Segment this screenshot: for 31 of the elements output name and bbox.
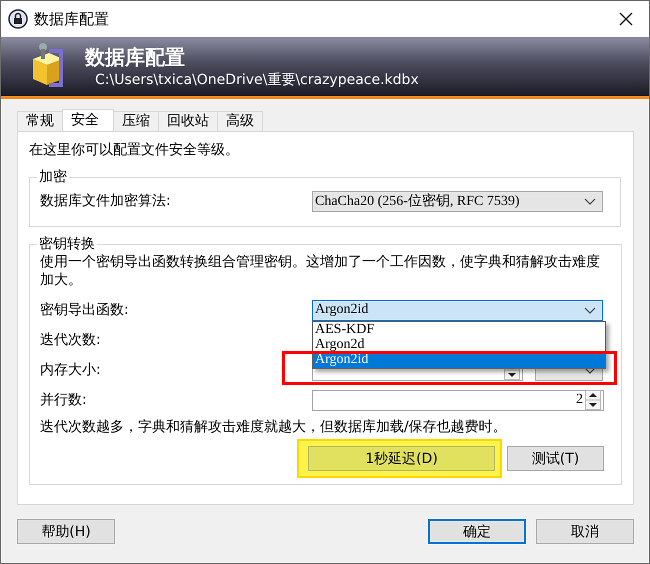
dropdown-option[interactable]: AES-KDF [313, 322, 605, 336]
dropdown-option[interactable]: Argon2d [313, 336, 605, 352]
group-title: 加密 [38, 168, 68, 186]
field-label: 并行数: [40, 391, 88, 409]
field-label: 迭代次数: [40, 331, 102, 349]
field-label: 密钥导出函数: [40, 301, 130, 319]
tab[interactable]: 常规 [17, 111, 63, 131]
number-field[interactable]: 2 [312, 390, 604, 410]
note-text: 迭代次数越多，字典和猜解攻击难度就越大，但数据库加载/保存也越费时。 [40, 418, 508, 437]
field-label: 数据库文件加密算法: [40, 192, 172, 210]
button[interactable]: 帮助(H) [17, 519, 115, 544]
spin-buttons[interactable] [585, 390, 601, 410]
field-label: 内存大小: [40, 361, 102, 379]
chevron-down-icon [584, 196, 596, 206]
tab[interactable]: 高级 [217, 111, 263, 131]
intro-text: 在这里你可以配置文件安全等级。 [29, 141, 240, 160]
button[interactable]: 确定 [428, 519, 526, 544]
window-title: 数据库配置 [34, 10, 110, 28]
chevron-down-icon [584, 306, 596, 314]
dropdown[interactable]: Argon2id [312, 300, 603, 320]
lock-icon [8, 9, 28, 29]
button[interactable]: 取消 [536, 519, 634, 544]
header-title: 数据库配置 [85, 44, 186, 70]
description-text: 使用一个密钥导出函数转换组合管理密钥。这增加了一个工作因数，使字典和猜解攻击难度加大。 [40, 253, 600, 289]
file-path: C:\Users\txica\OneDrive\重要\crazypeace.kdbx [95, 70, 419, 90]
group-title: 密钥转换 [38, 235, 96, 253]
close-icon [619, 12, 633, 26]
tab[interactable]: 安全 [62, 109, 114, 131]
dropdown[interactable]: ChaCha20 (256-位密钥, RFC 7539) [312, 190, 603, 212]
button[interactable]: 1秒延迟(D) [308, 446, 495, 471]
button[interactable]: 测试(T) [507, 446, 604, 471]
